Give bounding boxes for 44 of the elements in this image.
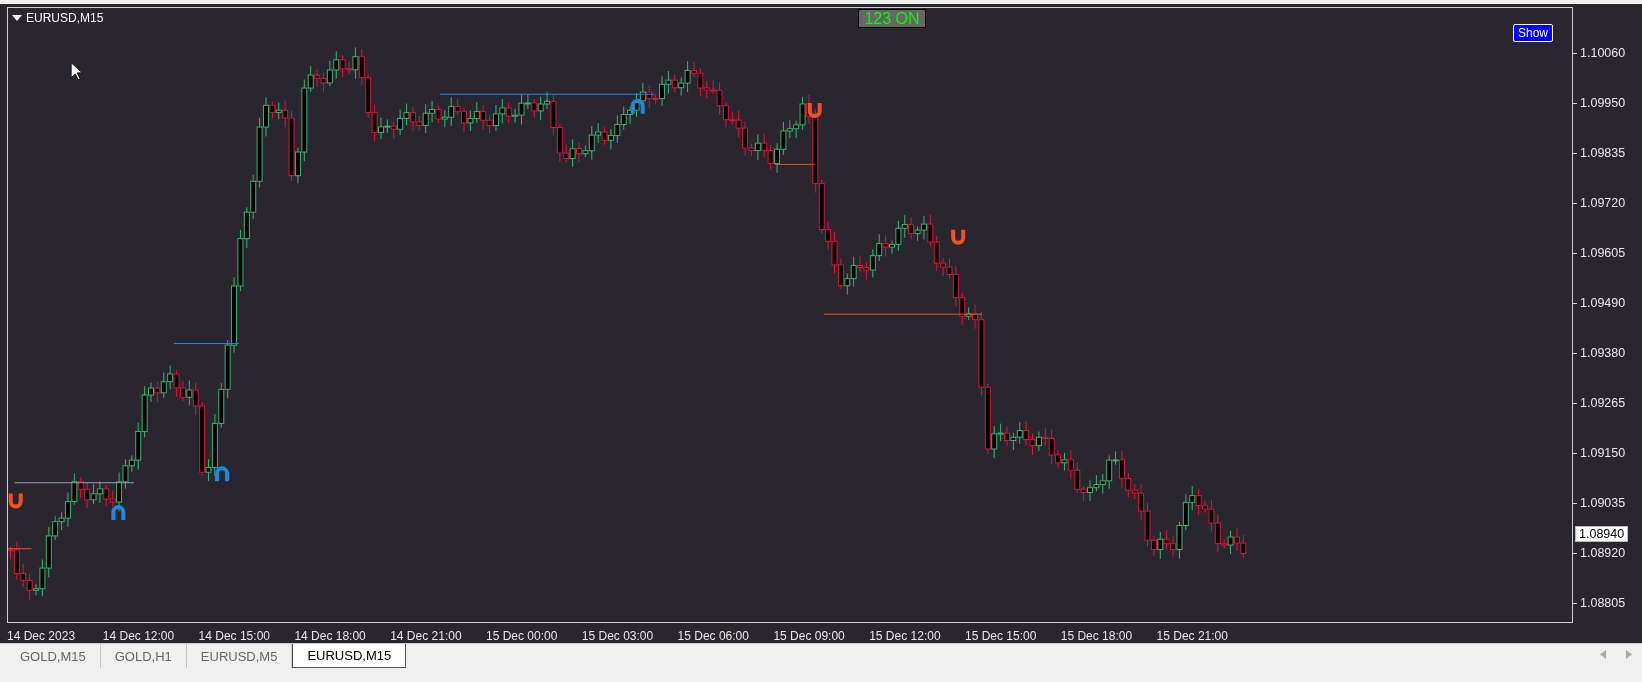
chart-tab[interactable]: EURUSD,M15 [292,644,407,668]
time-label: 14 Dec 21:00 [390,628,463,643]
scroll-left-icon[interactable] [1600,650,1606,659]
price-label: 1.09490 [1573,278,1642,328]
chart-tab[interactable]: GOLD,H1 [100,644,187,668]
time-label: 15 Dec 09:00 [773,628,846,643]
level-line [173,343,240,344]
price-label: 1.08805 [1573,578,1642,628]
up-arrow-icon [215,466,229,482]
time-label: 15 Dec 18:00 [1060,628,1134,643]
cursor-icon [70,62,83,81]
up-arrow-icon [630,98,645,114]
price-label: 1.09035 [1573,478,1642,528]
price-label: 1.09720 [1573,178,1642,228]
time-label: 14 Dec 2023 [7,628,77,643]
chart-tab[interactable]: GOLD,M15 [6,644,101,668]
time-label: 14 Dec 12:00 [102,628,176,643]
caret-icon[interactable] [12,15,22,21]
chart-title: EURUSD,M15 [26,11,104,25]
time-label: 14 Dec 18:00 [294,628,367,643]
price-label: 1.09265 [1573,378,1642,428]
time-label: 15 Dec 00:00 [486,628,559,643]
down-arrow-icon [951,229,966,245]
current-price-label: 1.08940 [1575,526,1629,542]
time-label: 14 Dec 15:00 [198,628,271,643]
down-arrow-icon [807,103,822,118]
price-label: 1.09950 [1573,78,1642,128]
price-label: 1.09835 [1573,128,1642,178]
price-label: 1.09605 [1573,228,1642,278]
time-label: 15 Dec 21:00 [1156,628,1229,643]
status-badge: 123 ON [858,9,926,28]
time-label: 15 Dec 12:00 [869,628,942,643]
level-line [8,548,32,550]
price-label: 1.09380 [1573,328,1642,378]
scroll-right-icon[interactable] [1626,650,1632,659]
time-label: 15 Dec 06:00 [677,628,750,643]
time-label: 15 Dec 03:00 [581,628,655,643]
show-button[interactable]: Show [1513,24,1554,42]
up-arrow-icon [111,505,126,521]
price-label: 1.10060 [1573,28,1642,78]
price-label: 1.09150 [1573,428,1642,478]
down-arrow-icon [8,493,23,509]
time-label: 15 Dec 15:00 [964,628,1038,643]
level-line [774,163,816,165]
